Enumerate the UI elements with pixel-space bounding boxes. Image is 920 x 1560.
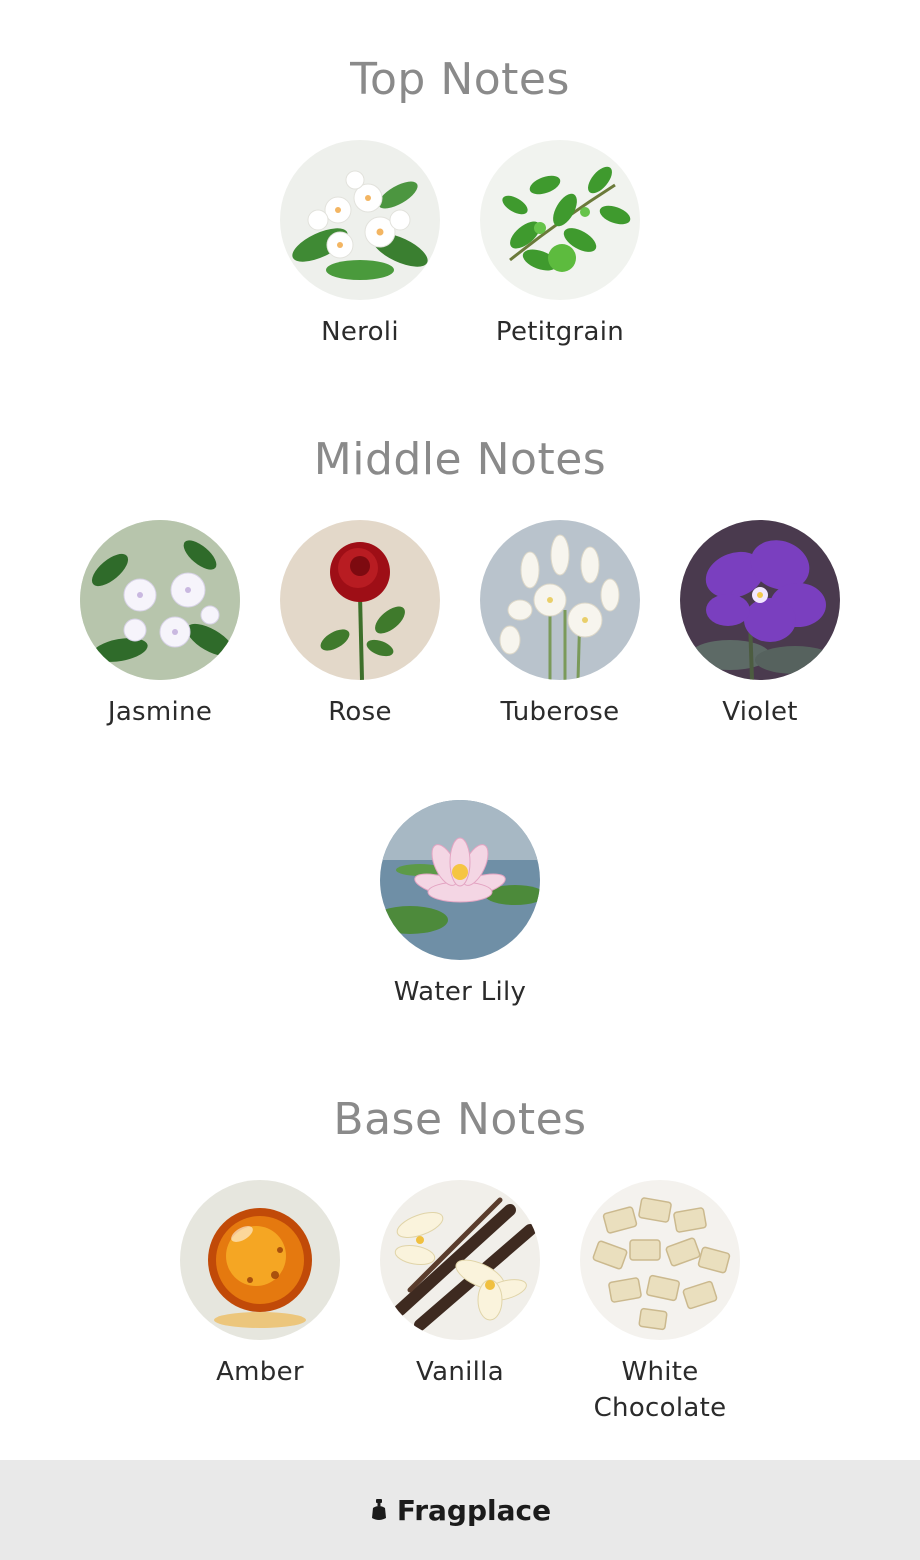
note-petitgrain[interactable]: Petitgrain (460, 140, 660, 350)
rose-image (280, 520, 440, 680)
perfume-bottle-icon (371, 1499, 386, 1520)
note-tuberose[interactable]: Tuberose (460, 520, 660, 730)
note-rose[interactable]: Rose (260, 520, 460, 730)
note-water-lily[interactable]: Water Lily (360, 800, 560, 1010)
note-vanilla[interactable]: Vanilla (360, 1180, 560, 1390)
top-notes-title: Top Notes (350, 54, 570, 105)
note-violet[interactable]: Violet (660, 520, 860, 730)
base-notes-title: Base Notes (333, 1094, 587, 1145)
note-label: Vanilla (416, 1357, 504, 1387)
note-neroli[interactable]: Neroli (260, 140, 460, 350)
brand-name: Fragplace (396, 1493, 552, 1527)
jasmine-image (80, 520, 240, 680)
vanilla-image (380, 1180, 540, 1340)
amber-image (180, 1180, 340, 1340)
note-white-chocolate[interactable]: White Chocolate (560, 1180, 760, 1426)
note-jasmine[interactable]: Jasmine (60, 520, 260, 730)
white-chocolate-image (580, 1180, 740, 1340)
note-amber[interactable]: Amber (160, 1180, 360, 1390)
note-label: Water Lily (393, 977, 527, 1007)
footer: Fragplace (0, 1460, 920, 1560)
note-label: Petitgrain (495, 317, 625, 347)
neroli-image (280, 140, 440, 300)
note-label: Tuberose (500, 697, 620, 727)
water-lily-image (380, 800, 540, 960)
note-label: Violet (722, 697, 798, 727)
note-label: Amber (216, 1357, 304, 1387)
brand-logo[interactable]: Fragplace (369, 1494, 551, 1527)
note-label: Neroli (321, 317, 399, 347)
notes-page: Top Notes Neroli Petitgrain Middle Notes… (0, 0, 920, 1560)
petitgrain-image (480, 140, 640, 300)
tuberose-image (480, 520, 640, 680)
note-label: Rose (328, 697, 392, 727)
note-label: White Chocolate (593, 1357, 727, 1423)
violet-image (680, 520, 840, 680)
note-label: Jasmine (107, 697, 213, 727)
middle-notes-title: Middle Notes (313, 434, 607, 485)
